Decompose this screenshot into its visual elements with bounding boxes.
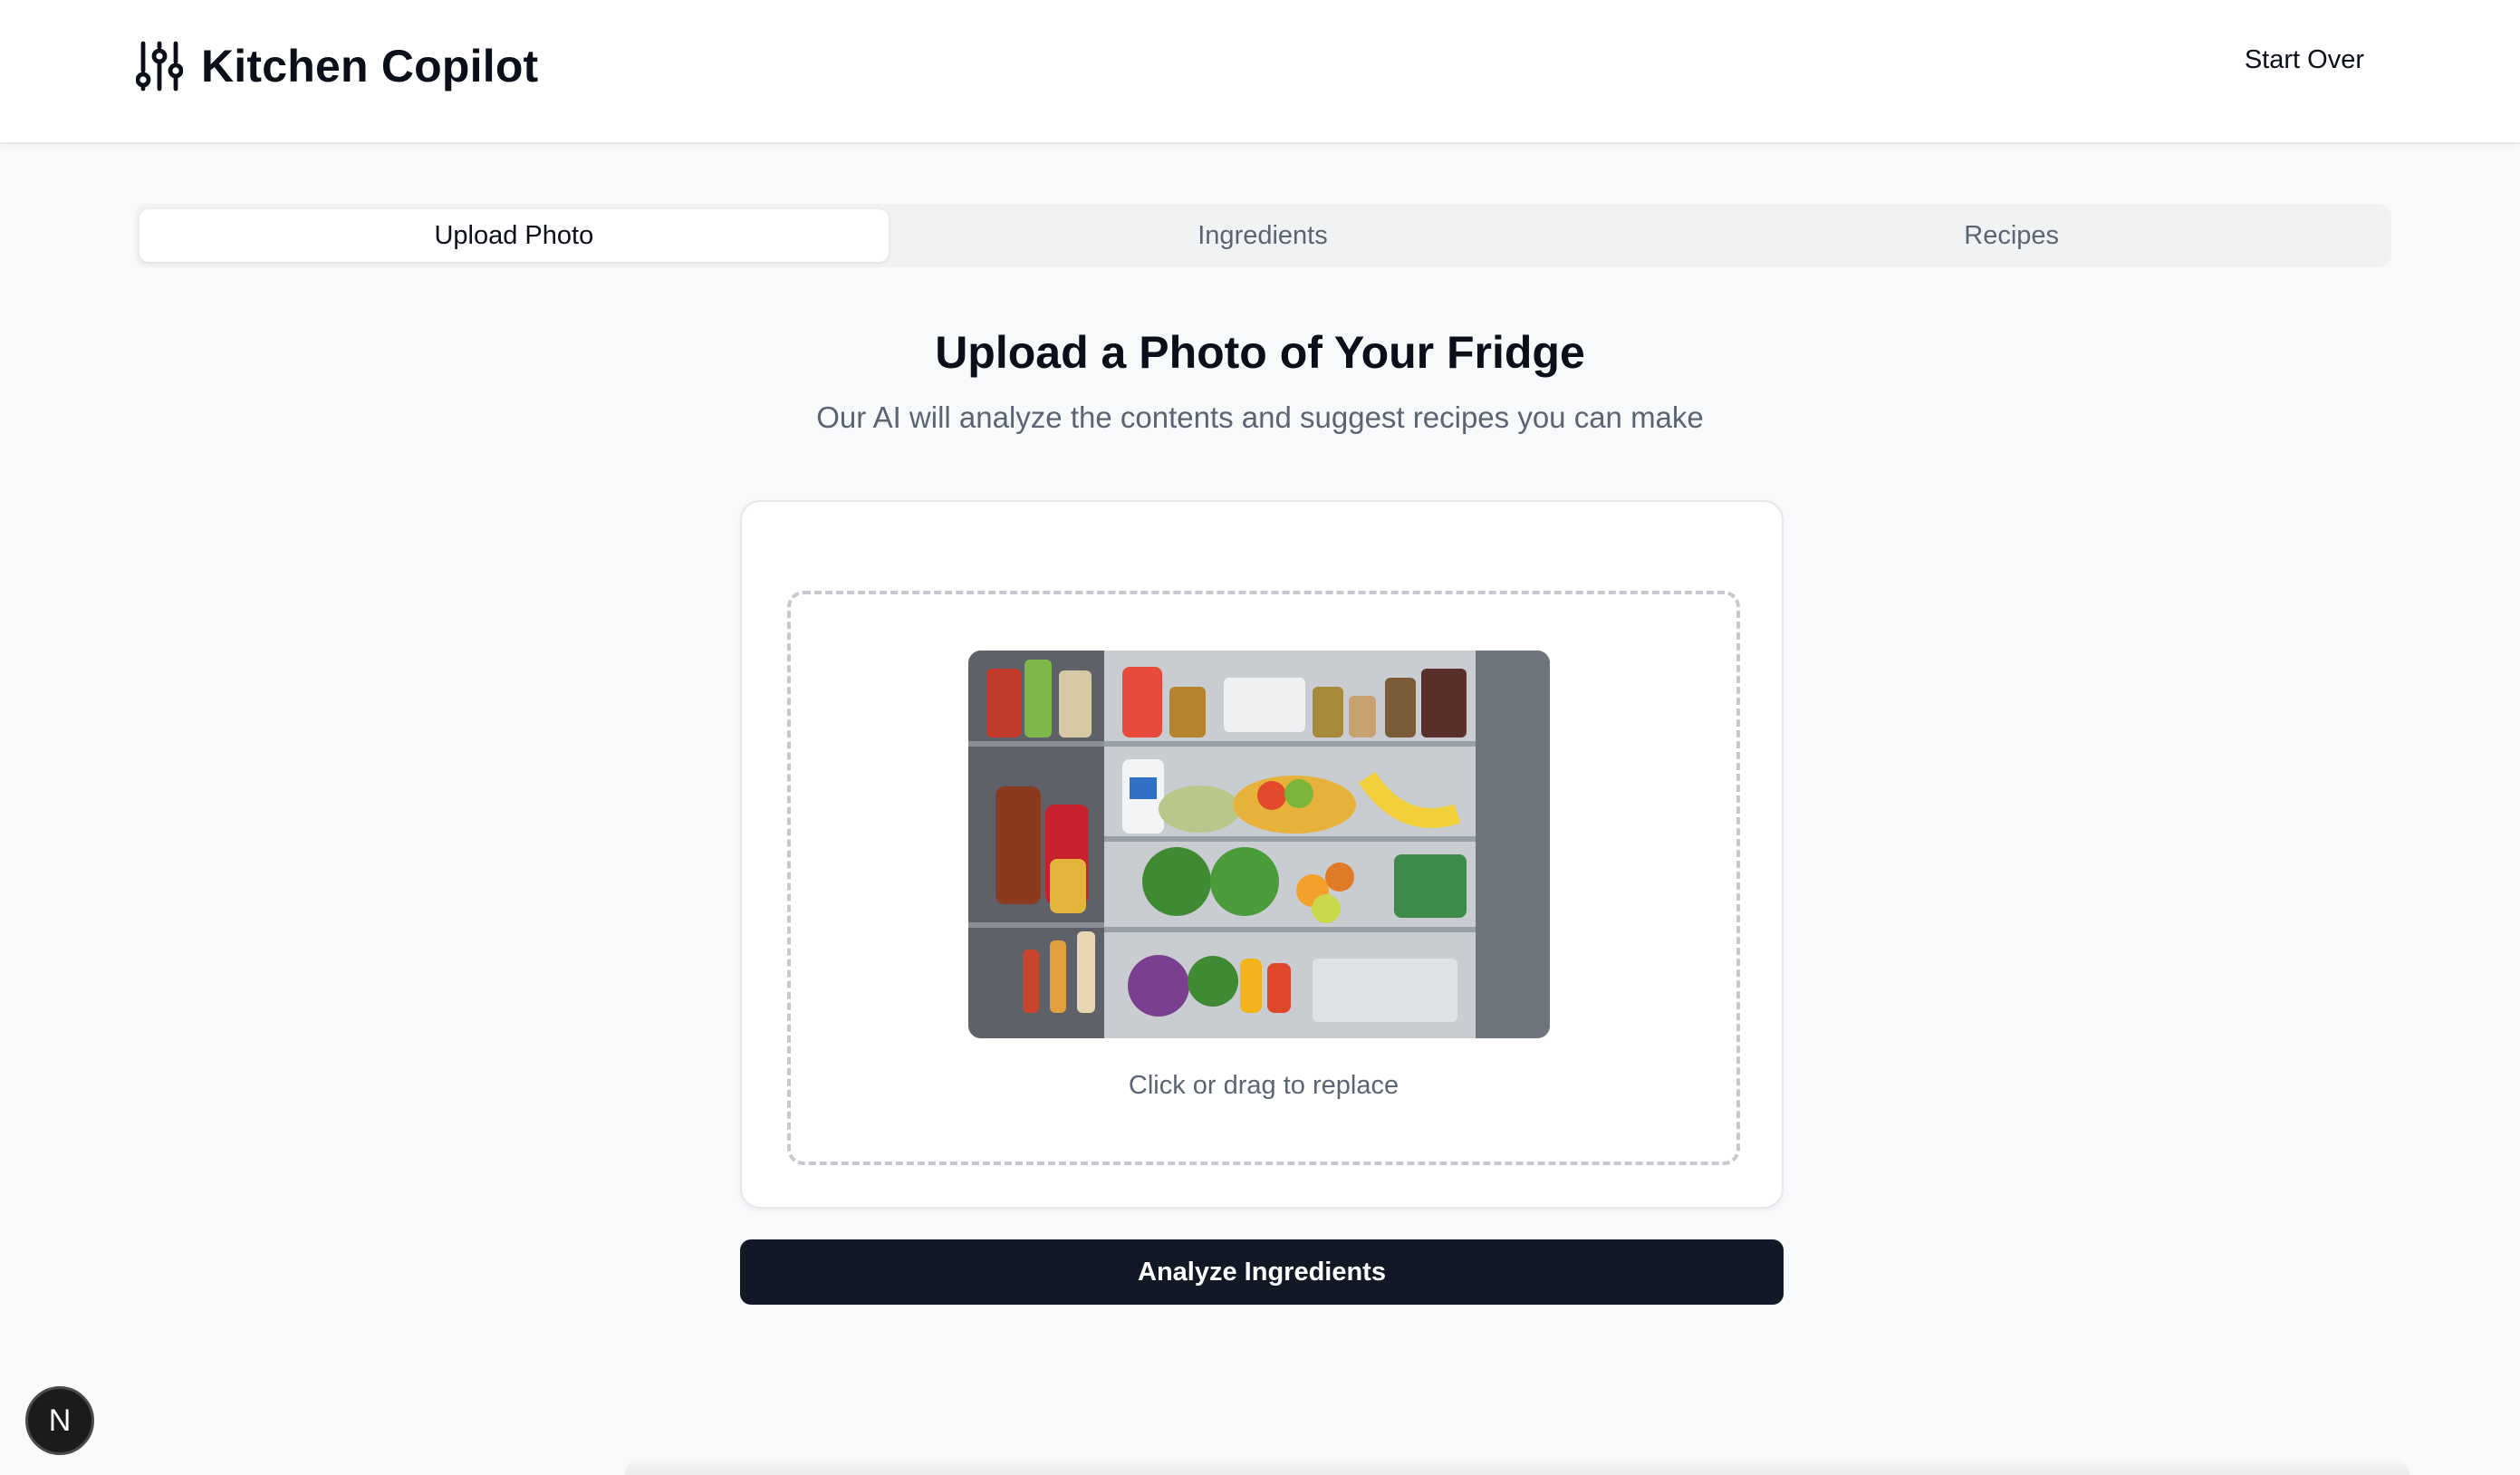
- fridge-photo: [968, 651, 1550, 1038]
- tab-ingredients[interactable]: Ingredients: [889, 209, 1638, 262]
- top-header: Kitchen Copilot Start Over: [0, 0, 2520, 144]
- brand[interactable]: Kitchen Copilot: [136, 40, 538, 92]
- page-title: Upload a Photo of Your Fridge: [935, 327, 1585, 378]
- photo-dropzone[interactable]: Click or drag to replace: [787, 591, 1740, 1165]
- tab-recipes[interactable]: Recipes: [1637, 209, 2386, 262]
- tab-upload-photo[interactable]: Upload Photo: [139, 209, 889, 262]
- bottom-edge-shadow: [625, 1457, 2409, 1475]
- upload-card: Click or drag to replace: [740, 500, 1784, 1209]
- replace-hint: Click or drag to replace: [1128, 1071, 1399, 1100]
- app-page: Kitchen Copilot Start Over Upload Photo …: [0, 0, 2520, 1475]
- page-subtitle: Our AI will analyze the contents and sug…: [816, 400, 1704, 434]
- analyze-ingredients-button[interactable]: Analyze Ingredients: [740, 1239, 1784, 1305]
- start-over-button[interactable]: Start Over: [2245, 45, 2364, 75]
- app-title: Kitchen Copilot: [201, 41, 539, 92]
- dev-tools-badge[interactable]: N: [25, 1386, 94, 1455]
- sliders-icon: [136, 41, 183, 92]
- step-tabs: Upload Photo Ingredients Recipes: [134, 204, 2391, 267]
